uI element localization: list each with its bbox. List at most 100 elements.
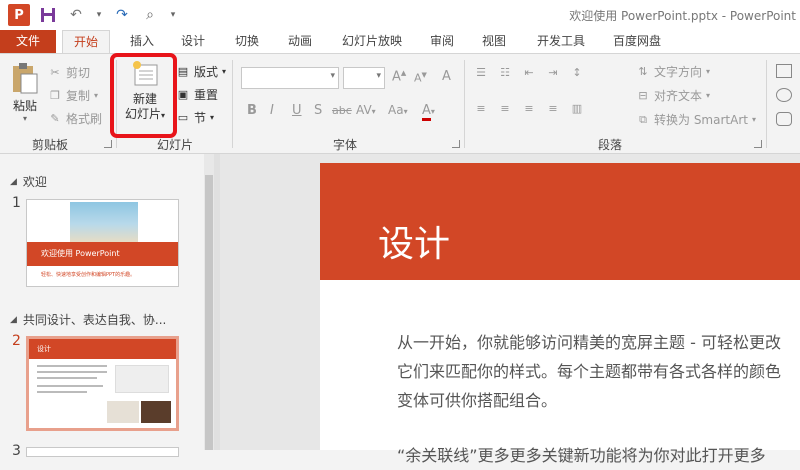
section-header-welcome[interactable]: ◢ 欢迎 [10, 173, 47, 190]
tab-slideshow[interactable]: 幻灯片放映 [334, 30, 410, 53]
align-center-icon[interactable]: ≡ [498, 102, 512, 116]
thumbnail-picture [141, 401, 171, 423]
bold-button[interactable]: B [247, 103, 257, 118]
tab-baidu-netdisk[interactable]: 百度网盘 [604, 30, 670, 53]
shadow-button[interactable]: S [314, 103, 322, 118]
paste-label: 粘贴 [12, 99, 37, 113]
reset-label: 重置 [194, 88, 219, 102]
clipboard-group-label: 剪贴板 [31, 138, 68, 152]
tab-home[interactable]: 开始 [62, 30, 110, 53]
slide-body-text[interactable]: 从一开始，你就能够访问精美的宽屏主题 - 可轻松更改它们来匹配你的样式。每个主题… [397, 328, 789, 415]
cut-button[interactable]: ✂ 剪切 [48, 64, 90, 81]
text-direction-button[interactable]: ⇅ 文字方向 ▾ [636, 63, 710, 80]
tab-view[interactable]: 视图 [472, 30, 516, 53]
slide-thumbnail-2-selected[interactable]: 设计 [26, 336, 179, 431]
slide-number: 2 [12, 333, 21, 349]
textbox-shape-icon[interactable] [776, 64, 792, 78]
increase-indent-icon[interactable]: ⇥ [546, 66, 560, 80]
paste-button[interactable]: 粘贴 ▾ [8, 62, 42, 123]
tab-insert[interactable]: 插入 [120, 30, 164, 53]
align-right-icon[interactable]: ≡ [522, 102, 536, 116]
italic-button[interactable]: I [270, 103, 274, 118]
strikethrough-button[interactable]: abc [332, 104, 352, 117]
collapse-triangle-icon[interactable]: ◢ [10, 315, 17, 325]
thumbnail-title-band: 欢迎使用 PowerPoint [27, 242, 178, 266]
save-icon[interactable] [38, 5, 58, 25]
customize-toolbar-icon[interactable]: ▾ [168, 5, 178, 25]
align-text-dropdown-icon: ▾ [706, 91, 711, 100]
numbering-icon[interactable]: ☷ [498, 66, 512, 80]
redo-icon[interactable]: ↷ [112, 5, 132, 25]
section-title: 共同设计、表达自我、协... [22, 313, 167, 327]
oval-shape-icon[interactable] [776, 88, 792, 102]
line-spacing-icon[interactable]: ↕ [570, 66, 584, 80]
clipboard-launcher-icon[interactable] [104, 140, 112, 148]
reset-button[interactable]: ▣ 重置 [176, 86, 218, 103]
slide-number: 3 [12, 443, 21, 459]
cut-label: 剪切 [66, 66, 91, 80]
slide-thumbnail-3[interactable] [26, 447, 179, 457]
align-text-button[interactable]: ⊟ 对齐文本 ▾ [636, 87, 710, 104]
tab-transitions[interactable]: 切换 [225, 30, 269, 53]
start-from-beginning-icon[interactable]: ⌕ [140, 5, 160, 25]
text-direction-label: 文字方向 [654, 65, 703, 79]
thumbnail-title-band: 设计 [29, 339, 176, 359]
slide-body-text-2[interactable]: “余关联线”更多更多关键新功能将为你对此打开更多 [397, 441, 789, 470]
section-button[interactable]: ▭ 节 ▾ [176, 109, 214, 126]
character-spacing-button[interactable]: AV▾ [356, 103, 376, 117]
spacing-label: AV [356, 103, 372, 117]
thumbnail-picture [107, 401, 139, 423]
undo-dropdown-icon[interactable]: ▾ [94, 5, 104, 25]
format-painter-button[interactable]: ✎ 格式刷 [48, 110, 102, 127]
paragraph-group-label: 段落 [597, 138, 622, 152]
layout-dropdown-icon: ▾ [222, 67, 227, 76]
tab-animations[interactable]: 动画 [278, 30, 322, 53]
tab-file[interactable]: 文件 [0, 30, 56, 53]
thumbnail-text-line [37, 385, 103, 387]
change-case-button[interactable]: Aa▾ [388, 103, 408, 117]
collapse-triangle-icon[interactable]: ◢ [10, 177, 17, 187]
paragraph-launcher-icon[interactable] [754, 140, 762, 148]
tab-developer[interactable]: 开发工具 [528, 30, 594, 53]
copy-dropdown-icon[interactable]: ▾ [94, 91, 98, 100]
layout-button[interactable]: ▤ 版式 ▾ [176, 63, 226, 80]
thumbnail-text-line [37, 365, 107, 367]
copy-button[interactable]: ❐ 复制 ▾ [48, 87, 98, 104]
font-launcher-icon[interactable] [452, 140, 460, 148]
font-name-combo[interactable]: ▾ [241, 67, 339, 89]
reset-icon: ▣ [177, 87, 189, 101]
slide-title[interactable]: 设计 [378, 215, 450, 267]
shrink-font-button[interactable]: A▼ [414, 71, 427, 85]
slide-number: 1 [12, 195, 21, 211]
font-size-dropdown-icon[interactable]: ▾ [376, 71, 381, 81]
slide-thumbnail-1[interactable]: 欢迎使用 PowerPoint 轻松、快速地享受创作和编辑PPT的乐趣。 [26, 199, 179, 287]
thumbnail-subtitle: 轻松、快速地享受创作和编辑PPT的乐趣。 [41, 272, 136, 278]
thumbnail-scrollbar-thumb[interactable] [205, 175, 213, 450]
smartart-dropdown-icon: ▾ [751, 115, 756, 124]
decrease-indent-icon[interactable]: ⇤ [522, 66, 536, 80]
font-name-dropdown-icon[interactable]: ▾ [330, 71, 335, 81]
align-buttons: ≡ ≡ ≡ ≡ ▥ [474, 102, 584, 116]
section-label: 节 [194, 111, 207, 125]
text-direction-dropdown-icon: ▾ [706, 67, 711, 76]
ribbon: 粘贴 ▾ ✂ 剪切 ❐ 复制 ▾ ✎ 格式刷 剪贴板 新建 幻灯片▾ ▤ 版式 … [0, 53, 800, 154]
scissors-icon: ✂ [50, 65, 60, 79]
grow-font-button[interactable]: A▲ [392, 69, 406, 84]
paste-dropdown-icon[interactable]: ▾ [8, 114, 42, 123]
undo-icon[interactable]: ↶ [66, 5, 86, 25]
bullets-icon[interactable]: ☰ [474, 66, 488, 80]
clear-formatting-button[interactable]: A [442, 69, 451, 84]
rounded-rect-shape-icon[interactable] [776, 112, 792, 126]
underline-button[interactable]: U [292, 103, 302, 118]
font-color-button[interactable]: A▾ [422, 103, 435, 121]
section-header-design[interactable]: ◢ 共同设计、表达自我、协... [10, 311, 166, 328]
justify-icon[interactable]: ≡ [546, 102, 560, 116]
tab-design[interactable]: 设计 [171, 30, 215, 53]
font-size-combo[interactable]: ▾ [343, 67, 385, 89]
columns-icon[interactable]: ▥ [570, 102, 584, 116]
tab-review[interactable]: 审阅 [420, 30, 464, 53]
convert-smartart-button[interactable]: ⧉ 转换为 SmartArt ▾ [636, 111, 756, 128]
align-left-icon[interactable]: ≡ [474, 102, 488, 116]
thumbnail-text-line [37, 377, 97, 379]
format-painter-label: 格式刷 [66, 112, 103, 126]
